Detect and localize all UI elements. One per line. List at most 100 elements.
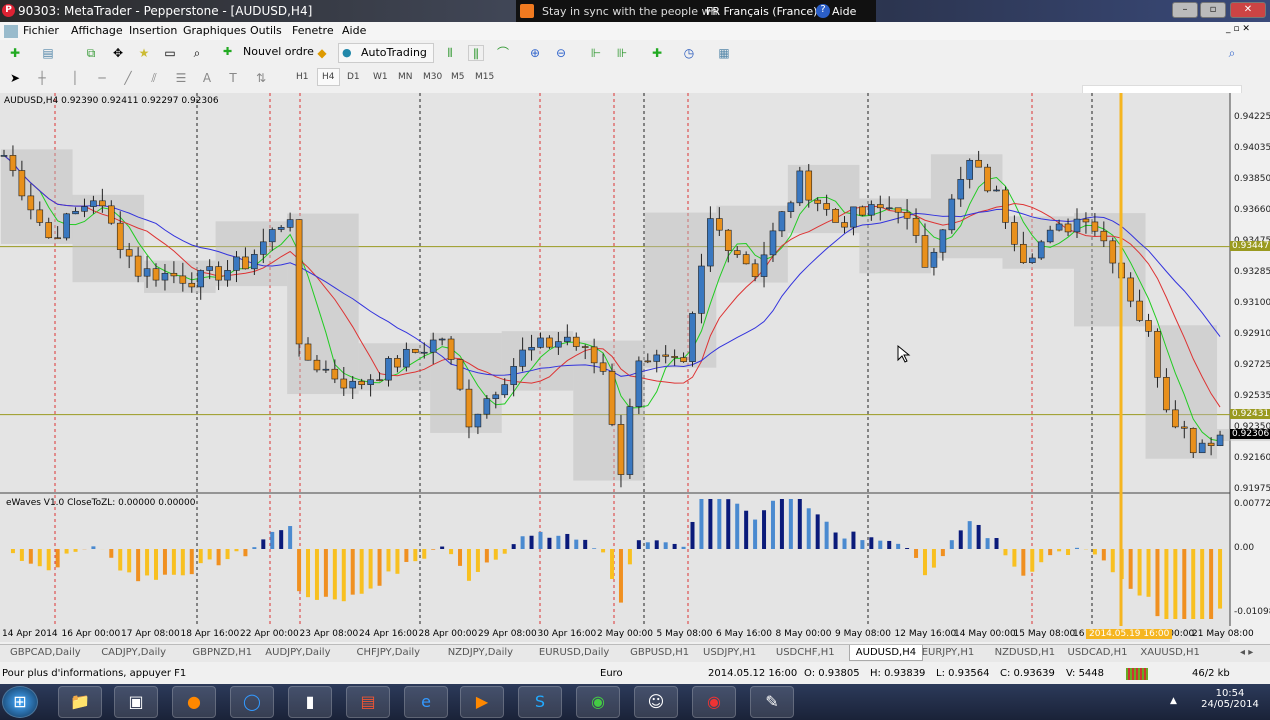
templates-icon[interactable]: ▦ — [716, 45, 732, 61]
timeframe-h1[interactable]: H1 — [296, 72, 309, 82]
periods-icon[interactable]: ◷ — [681, 45, 697, 61]
chart-tab[interactable]: NZDUSD,H1 — [995, 647, 1055, 658]
menu-outils[interactable]: Outils — [250, 24, 282, 37]
time-tick-label: 29 Apr 08:00 — [478, 629, 537, 639]
chart-tab[interactable]: AUDUSD,H4 — [848, 645, 924, 661]
skype-icon[interactable]: S — [518, 686, 562, 718]
profiles-icon[interactable]: ▤ — [40, 45, 56, 61]
photos-icon[interactable]: ▣ — [114, 686, 158, 718]
zoom-in-icon[interactable]: ⊕ — [527, 45, 543, 61]
powerpoint-icon[interactable]: ▤ — [346, 686, 390, 718]
chart-tab[interactable]: USDJPY,H1 — [703, 647, 756, 658]
market-watch-icon[interactable]: ⧉ — [83, 45, 99, 61]
media-icon[interactable]: ▮ — [288, 686, 332, 718]
autotrading-button[interactable]: ● AutoTrading — [338, 43, 434, 63]
navigator-icon[interactable]: ★ — [136, 45, 152, 61]
maximize-button[interactable]: ▫ — [1200, 2, 1226, 18]
chart-shift-icon[interactable]: ⊪ — [614, 45, 630, 61]
candle-body — [993, 189, 1000, 192]
search-icon[interactable]: ⌕ — [1224, 45, 1240, 61]
new-chart-icon[interactable]: ✚ — [7, 45, 23, 61]
cursor-icon[interactable]: ➤ — [7, 70, 23, 86]
menu-fichier[interactable]: Fichier — [23, 24, 59, 37]
minimize-button[interactable]: – — [1172, 2, 1198, 18]
internet-explorer-icon[interactable]: e — [404, 686, 448, 718]
chart-window[interactable]: AUDUSD,H4 0.92390 0.92411 0.92297 0.9230… — [0, 93, 1270, 626]
help-button[interactable]: Aide — [832, 5, 856, 18]
chrome-icon[interactable]: ◉ — [576, 686, 620, 718]
time-tick-label: 24 Apr 16:00 — [359, 629, 418, 639]
text-label-icon[interactable]: T — [225, 70, 241, 86]
chart-tab[interactable]: AUDJPY,Daily — [265, 647, 330, 658]
sync-icon[interactable]: ◯ — [230, 686, 274, 718]
chart-tab[interactable]: GBPCAD,Daily — [10, 647, 81, 658]
timeframe-m5[interactable]: M5 — [451, 72, 465, 82]
timeframe-m15[interactable]: M15 — [475, 72, 494, 82]
data-window-icon[interactable]: ✥ — [110, 45, 126, 61]
language-indicator[interactable]: FR Français (France) — [706, 5, 817, 18]
histogram-bar — [332, 549, 337, 600]
new-order-button[interactable]: ✚ Nouvel ordre — [221, 43, 320, 63]
candle-body — [438, 338, 446, 341]
chart-tab[interactable]: GBPNZD,H1 — [192, 647, 252, 658]
chart-tab[interactable]: CHFJPY,Daily — [357, 647, 421, 658]
candle-body — [1073, 218, 1081, 233]
contacts-icon[interactable]: ☺ — [634, 686, 678, 718]
tab-scroll-arrows[interactable]: ◂ ▸ — [1240, 647, 1253, 658]
chart-tab[interactable]: USDCHF,H1 — [776, 647, 835, 658]
auto-scroll-icon[interactable]: ⊩ — [588, 45, 604, 61]
line-chart-icon[interactable]: ⌒ — [495, 45, 511, 61]
candlestick-icon[interactable]: ⫼ — [468, 45, 484, 61]
text-icon[interactable]: A — [199, 70, 215, 86]
chart-tab[interactable]: EURJPY,H1 — [922, 647, 975, 658]
trendline-icon[interactable]: ╱ — [120, 70, 136, 86]
channel-icon[interactable]: ⫽ — [146, 70, 162, 86]
close-button[interactable]: ✕ — [1230, 2, 1266, 18]
crosshair-icon[interactable]: ┼ — [34, 70, 50, 86]
time-tick-label: 6 May 16:00 — [716, 629, 772, 639]
metaeditor-icon[interactable]: ◆ — [314, 45, 330, 61]
chart-tab[interactable]: NZDJPY,Daily — [448, 647, 513, 658]
zoom-out-icon[interactable]: ⊖ — [553, 45, 569, 61]
menu-graphiques[interactable]: Graphiques — [183, 24, 246, 37]
indicators-icon[interactable]: ✚ — [649, 45, 665, 61]
candle-body — [1020, 243, 1027, 263]
chrome-canary-icon[interactable]: ◉ — [692, 686, 736, 718]
vertical-line-icon[interactable]: │ — [67, 70, 83, 86]
explorer-icon[interactable]: 📁 — [58, 686, 102, 718]
status-volume: V: 5448 — [1066, 668, 1105, 679]
menu-aide[interactable]: Aide — [342, 24, 366, 37]
horizontal-line-icon[interactable]: ─ — [94, 70, 110, 86]
player-icon[interactable]: ▶ — [460, 686, 504, 718]
fibonacci-icon[interactable]: ☰ — [173, 70, 189, 86]
candle-body — [912, 217, 920, 236]
arrows-icon[interactable]: ⇅ — [253, 70, 269, 86]
menu-affichage[interactable]: Affichage — [71, 24, 123, 37]
terminal-icon[interactable]: ▭ — [162, 45, 178, 61]
candle-body — [412, 348, 419, 353]
firefox-icon[interactable]: ● — [172, 686, 216, 718]
chart-tab[interactable]: XAUUSD,H1 — [1140, 647, 1199, 658]
video-editor-icon[interactable]: ✎ — [750, 686, 794, 718]
bar-chart-icon[interactable]: ⫴ — [442, 45, 458, 61]
tray-expand-icon[interactable]: ▲ — [1170, 696, 1177, 706]
chart-tab[interactable]: GBPUSD,H1 — [630, 647, 689, 658]
chart-tab[interactable]: CADJPY,Daily — [101, 647, 166, 658]
chart-tab[interactable]: EURUSD,Daily — [539, 647, 609, 658]
time-tick-label: 12 May 16:00 — [894, 629, 957, 639]
chart-tab[interactable]: USDCAD,H1 — [1068, 647, 1128, 658]
start-button[interactable]: ⊞ — [2, 686, 38, 718]
timeframe-m30[interactable]: M30 — [423, 72, 442, 82]
notification-text[interactable]: Stay in sync with the people wh — [542, 5, 717, 18]
price-chart[interactable] — [0, 93, 1270, 626]
system-clock[interactable]: 10:54 24/05/2014 — [1200, 688, 1260, 710]
timeframe-mn[interactable]: MN — [398, 72, 413, 82]
timeframe-w1[interactable]: W1 — [373, 72, 388, 82]
timeframe-d1[interactable]: D1 — [347, 72, 360, 82]
histogram-bar — [1003, 549, 1008, 556]
timeframe-h4[interactable]: H4 — [317, 68, 340, 86]
strategy-tester-icon[interactable]: ⌕ — [189, 45, 205, 61]
menu-insertion[interactable]: Insertion — [129, 24, 177, 37]
child-minimize-button[interactable]: _ ▫ ✕ — [1226, 24, 1250, 34]
menu-fenetre[interactable]: Fenetre — [292, 24, 334, 37]
